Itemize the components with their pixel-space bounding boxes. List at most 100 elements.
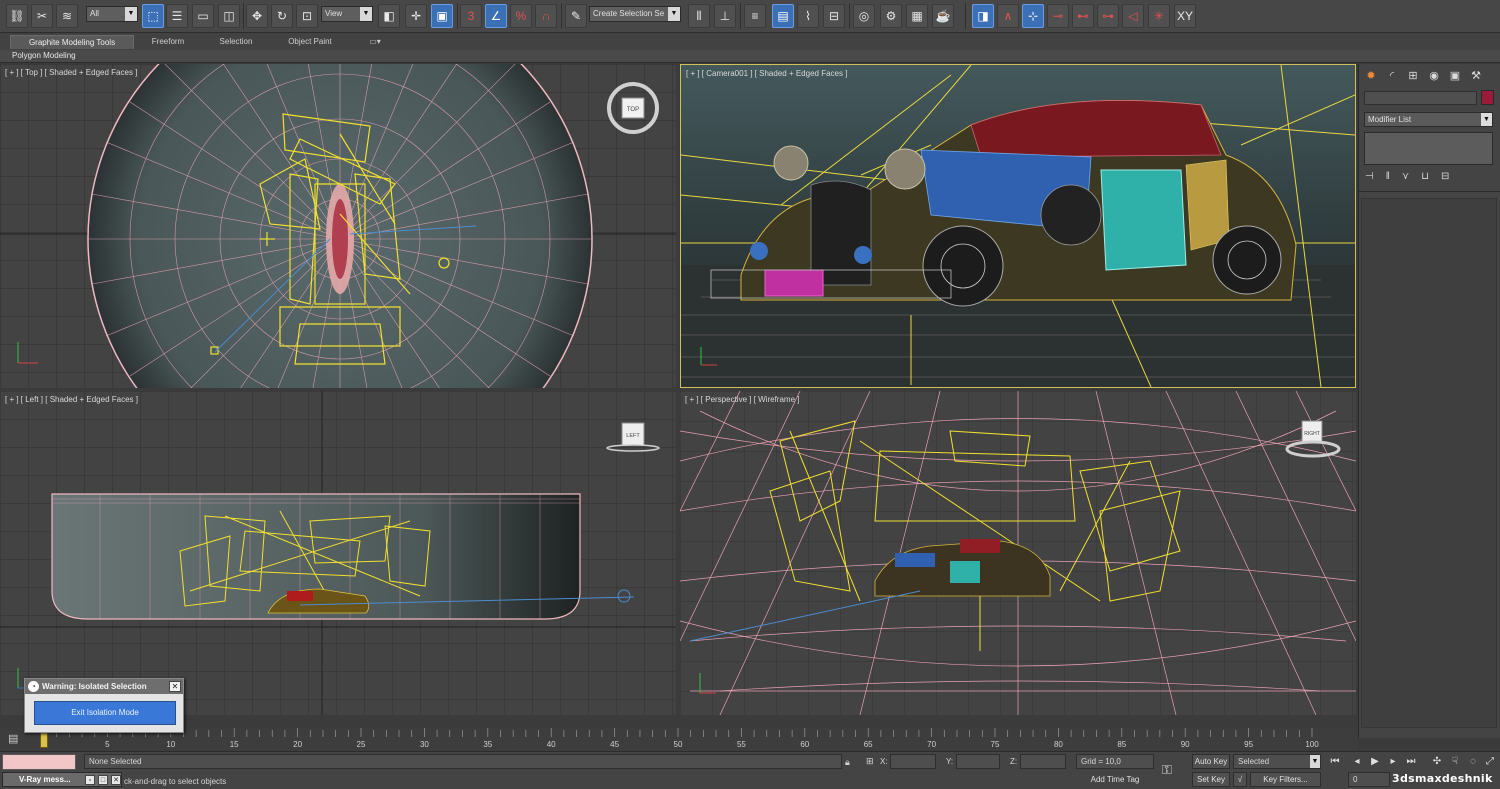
snap-midpoint-icon[interactable]: ⊷ [1072,4,1094,28]
ribbon-options-icon[interactable]: ▭▾ [364,35,386,49]
viewport-label-camera[interactable]: [ + ] [ Camera001 ] [ Shaded + Edged Fac… [686,69,847,78]
object-color-swatch[interactable] [1481,90,1494,105]
snap-edge-icon[interactable]: ⊶ [1097,4,1119,28]
maxscript-listener-field[interactable] [2,754,76,770]
make-unique-icon[interactable]: ⋎ [1402,171,1409,182]
modifier-list-dropdown[interactable]: Modifier List ▼ [1364,112,1493,127]
key-mode-dropdown[interactable]: Selected ▼ [1233,754,1321,769]
next-frame-icon[interactable]: ▸ [1386,754,1400,769]
remove-modifier-icon[interactable]: ⊔ [1421,171,1429,182]
close-icon[interactable]: ✕ [111,775,121,785]
display-tab-icon[interactable]: ▣ [1447,68,1463,84]
key-filters-button[interactable]: Key Filters... [1250,772,1321,787]
viewport-perspective[interactable]: RIGHT [ + ] [ Perspective ] [ Wireframe … [680,391,1356,715]
vray-messages-window[interactable]: V-Ray mess... ▫ □ ✕ [2,772,122,787]
rectangular-selection-icon[interactable]: ▭ [192,4,214,28]
viewport-label-top[interactable]: [ + ] [ Top ] [ Shaded + Edged Faces ] [5,68,137,77]
bind-to-space-warp-icon[interactable]: ≋ [56,4,78,28]
snap-face-icon[interactable]: ◁ [1122,4,1144,28]
command-panel-rollout-area[interactable] [1361,198,1497,728]
configure-modifier-sets-icon[interactable]: ⊟ [1441,171,1449,182]
y-coord-field[interactable] [956,754,1000,769]
previous-frame-icon[interactable]: ◂ [1350,754,1364,769]
dialog-title[interactable]: Warning: Isolated Selection [25,679,183,694]
reference-coordinate-dropdown[interactable]: View ▼ [321,6,373,22]
auto-key-button[interactable]: Auto Key [1192,754,1230,769]
viewport-top[interactable]: TOP [ + ] [ Top ] [ Shaded + Edged Faces… [0,64,676,388]
angle-snap-icon[interactable]: ∠ [485,4,507,28]
rendered-frame-window-icon[interactable]: ▦ [906,4,928,28]
pivot-center-icon[interactable]: ◧ [378,4,400,28]
key-icon[interactable]: ⚿ [1162,762,1172,778]
select-and-link-icon[interactable]: ⛓ [6,4,28,28]
tab-object-paint[interactable]: Object Paint [278,35,342,49]
viewport-camera[interactable]: [ + ] [ Camera001 ] [ Shaded + Edged Fac… [680,64,1356,388]
modifier-stack[interactable] [1364,132,1493,165]
select-and-move-icon[interactable]: ✥ [246,4,268,28]
window-crossing-icon[interactable]: ◫ [218,4,240,28]
current-frame-field[interactable]: 0 [1348,772,1390,787]
exit-isolation-mode-button[interactable]: Exit Isolation Mode [34,701,176,725]
select-by-name-icon[interactable]: ☰ [166,4,188,28]
render-production-icon[interactable]: ☕ [932,4,954,28]
align-icon[interactable]: ⊥ [714,4,736,28]
snaps-toggle-icon[interactable]: 3 [460,4,482,28]
default-tangents-icon[interactable]: √ [1233,772,1247,787]
viewport-label-left[interactable]: [ + ] [ Left ] [ Shaded + Edged Faces ] [5,395,138,404]
add-time-tag-button[interactable]: Add Time Tag [1076,772,1154,787]
absolute-mode-icon[interactable]: ⊞ [866,756,874,767]
viewport-left[interactable]: LEFT [ + ] [ Left ] [ Shaded + Edged Fac… [0,391,676,715]
polygon-modeling-panel-label[interactable]: Polygon Modeling [12,51,76,60]
edit-named-selection-icon[interactable]: ✎ [565,4,587,28]
viewport-label-perspective[interactable]: [ + ] [ Perspective ] [ Wireframe ] [685,395,799,404]
mirror-icon[interactable]: ⫴ [688,4,710,28]
create-tab-icon[interactable]: ✹ [1363,68,1379,84]
lock-icon[interactable]: 🔒︎ [845,757,850,768]
hierarchy-tab-icon[interactable]: ⊞ [1405,68,1421,84]
tab-freeform[interactable]: Freeform [140,35,196,49]
material-editor-icon[interactable]: ◎ [853,4,875,28]
maximize-viewport-icon[interactable]: ⤢ [1483,754,1497,769]
render-setup-icon[interactable]: ⚙ [880,4,902,28]
tab-selection[interactable]: Selection [208,35,264,49]
select-and-scale-icon[interactable]: ⊡ [296,4,318,28]
viewcube-top-label[interactable]: TOP [627,107,639,113]
spinner-snap-icon[interactable]: ∩ [535,4,557,28]
unlink-icon[interactable]: ✂ [31,4,53,28]
orbit-icon[interactable]: ◌ [1466,754,1480,769]
utilities-tab-icon[interactable]: ⚒ [1468,68,1484,84]
transform-type-in-icon[interactable]: XY [1174,4,1196,28]
select-object-icon[interactable]: ⬚ [142,4,164,28]
restore-icon[interactable]: ▫ [85,775,95,785]
show-end-result-icon[interactable]: ‖ [1386,171,1390,182]
select-and-manipulate-icon[interactable]: ✛ [405,4,427,28]
pan-icon[interactable]: ☟ [1448,754,1462,769]
modify-tab-icon[interactable]: ◜ [1384,68,1400,84]
graphite-toggle-icon[interactable]: ▤ [772,4,794,28]
close-icon[interactable]: ✕ [169,681,181,692]
snap-grid-points-icon[interactable]: ⊹ [1022,4,1044,28]
z-coord-field[interactable] [1020,754,1066,769]
track-bar[interactable]: ▤ 05101520253035404550556065707580859095… [0,727,1358,751]
snap-vertex-icon[interactable]: ∧ [997,4,1019,28]
selection-filter-dropdown[interactable]: All ▼ [86,6,138,22]
keyboard-shortcut-override-icon[interactable]: ▣ [431,4,453,28]
tab-graphite-modeling-tools[interactable]: Graphite Modeling Tools [10,35,134,49]
play-icon[interactable]: ▶ [1368,754,1382,769]
x-coord-field[interactable] [890,754,936,769]
snap-endpoint-icon[interactable]: ⊸ [1047,4,1069,28]
motion-tab-icon[interactable]: ◉ [1426,68,1442,84]
percent-snap-icon[interactable]: % [510,4,532,28]
object-name-field[interactable] [1364,91,1477,105]
viewcube-left-label[interactable]: LEFT [626,433,640,439]
pin-stack-icon[interactable]: ⊣ [1365,171,1374,182]
zoom-extents-icon[interactable]: ✣ [1430,754,1444,769]
layer-manager-icon[interactable]: ≡ [744,4,766,28]
vray-frame-buffer-icon[interactable]: ◨ [972,4,994,28]
schematic-view-icon[interactable]: ⊟ [823,4,845,28]
named-selection-dropdown[interactable]: Create Selection Se ▼ [589,6,681,22]
curve-editor-icon[interactable]: ⌇ [797,4,819,28]
set-key-button[interactable]: Set Key [1192,772,1230,787]
snap-pivot-icon[interactable]: ✳ [1148,4,1170,28]
go-to-end-icon[interactable]: ⏭ [1404,754,1418,769]
